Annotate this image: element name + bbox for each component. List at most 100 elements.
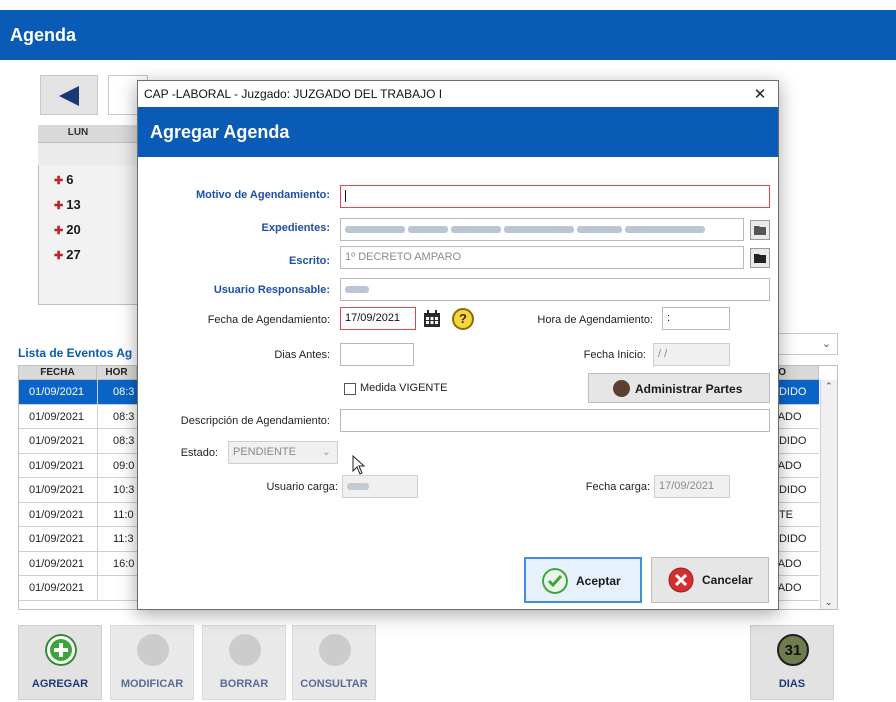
usuario-carga-input [342, 475, 418, 498]
usuario-responsable-input[interactable] [340, 278, 770, 301]
estado-select[interactable]: PENDIENTE ⌄ [228, 441, 338, 464]
cell-fecha: 01/09/2021 [29, 435, 85, 447]
cell-fecha: 01/09/2021 [29, 410, 85, 423]
dialog-heading: Agregar Agenda [150, 122, 290, 142]
expedientes-input[interactable] [340, 218, 744, 241]
folder-icon [754, 226, 766, 235]
medida-vigente-label: Medida VIGENTE [360, 382, 448, 394]
cell-fecha: 01/09/2021 [29, 582, 85, 594]
filter-dropdown[interactable]: ⌄ [770, 333, 838, 355]
dias-antes-input[interactable] [340, 343, 414, 366]
calendar-day-header: LUN [67, 127, 89, 138]
dias-button[interactable]: 31 DIAS [750, 625, 834, 700]
calendar-week-row [38, 143, 148, 165]
cell-hora: 11:3 [113, 533, 134, 545]
cell-hora: 08:3 [113, 410, 135, 423]
cancelar-label: Cancelar [702, 573, 753, 587]
calendar-icon [424, 310, 440, 327]
table-scrollbar[interactable]: ⌃ ⌄ [820, 380, 837, 609]
folder-icon [754, 254, 766, 263]
column-header-hora[interactable]: HOR [97, 366, 137, 380]
aceptar-label: Aceptar [576, 574, 621, 588]
add-circle-icon [45, 634, 77, 666]
calendar-31-icon: 31 [777, 634, 809, 666]
expedientes-label: Expedientes: [261, 222, 330, 234]
cancel-icon [668, 567, 694, 593]
app-title: Agenda [10, 25, 77, 45]
help-icon[interactable]: ? [452, 308, 474, 330]
cell-fecha: 01/09/2021 [29, 386, 85, 398]
escrito-browse-button[interactable] [750, 248, 770, 268]
modificar-label: MODIFICAR [120, 678, 184, 690]
hora-agendamiento-input[interactable]: : [662, 307, 730, 330]
escrito-input[interactable]: 1º DECRETO AMPARO [340, 246, 744, 269]
borrar-label: BORRAR [219, 678, 269, 690]
cell-fecha: 01/09/2021 [29, 459, 85, 472]
medida-vigente-checkbox[interactable] [344, 383, 356, 395]
calendar-day[interactable]: ✚ 13 [54, 197, 81, 212]
pin-icon: ✚ [54, 250, 64, 262]
search-icon [319, 634, 351, 666]
cell-fecha: 01/09/2021 [29, 533, 85, 545]
motivo-label: Motivo de Agendamiento: [195, 189, 330, 201]
cell-fecha: 01/09/2021 [29, 508, 85, 521]
pin-icon: ✚ [54, 225, 64, 237]
descripcion-input[interactable] [340, 409, 770, 432]
close-icon[interactable]: ✕ [750, 84, 770, 104]
cancelar-button[interactable]: Cancelar [651, 557, 769, 603]
aceptar-button[interactable]: Aceptar [524, 557, 642, 603]
fecha-carga-input: 17/09/2021 [654, 475, 730, 498]
arrow-left-icon [59, 86, 79, 106]
app-title-bar: Agenda [0, 10, 896, 60]
previous-month-button[interactable] [40, 75, 98, 115]
fecha-agendamiento-input[interactable]: 17/09/2021 [340, 307, 416, 330]
borrar-button[interactable]: BORRAR [202, 625, 286, 700]
checkmark-icon [542, 568, 568, 594]
fecha-inicio-label: Fecha Inicio: [583, 349, 646, 361]
dialog-header: Agregar Agenda [138, 107, 778, 157]
usuario-responsable-label: Usuario Responsable: [213, 284, 330, 296]
briefcase-icon [613, 380, 630, 397]
consultar-button[interactable]: CONSULTAR [292, 625, 376, 700]
pin-icon: ✚ [54, 175, 64, 187]
calendar-picker-button[interactable] [420, 307, 444, 331]
usuario-carga-label: Usuario carga: [266, 481, 338, 493]
pin-icon: ✚ [54, 200, 64, 212]
fecha-inicio-input[interactable]: / / [653, 343, 730, 366]
dias-antes-label: Dias Antes: [274, 349, 330, 361]
scroll-down-icon: ⌄ [825, 598, 833, 608]
cell-fecha: 01/09/2021 [29, 484, 85, 496]
chevron-down-icon: ⌄ [321, 446, 331, 458]
dias-label: DIAS [778, 678, 806, 690]
chevron-down-icon: ⌄ [821, 337, 831, 350]
agregar-agenda-dialog: CAP -LABORAL - Juzgado: JUZGADO DEL TRAB… [137, 80, 779, 610]
cell-hora: 08:3 [113, 386, 135, 398]
cell-fecha: 01/09/2021 [29, 557, 85, 570]
administrar-partes-label: Administrar Partes [635, 382, 743, 396]
calendar-day[interactable]: ✚ 20 [54, 222, 81, 237]
calendar-day[interactable]: ✚ 6 [54, 172, 73, 187]
fecha-carga-label: Fecha carga: [585, 481, 650, 493]
agregar-button[interactable]: AGREGAR [18, 625, 102, 700]
motivo-input[interactable] [340, 185, 770, 208]
column-header-fecha[interactable]: FECHA [19, 366, 97, 380]
calendar-day[interactable]: ✚ 27 [54, 247, 81, 262]
modificar-button[interactable]: MODIFICAR [110, 625, 194, 700]
dialog-title-bar: CAP -LABORAL - Juzgado: JUZGADO DEL TRAB… [138, 81, 778, 107]
mouse-cursor-icon [352, 455, 366, 475]
cell-hora: 10:3 [113, 484, 135, 496]
events-list-title: Lista de Eventos Ag [18, 346, 133, 360]
cell-hora: 08:3 [113, 435, 135, 447]
consultar-label: CONSULTAR [300, 678, 368, 690]
administrar-partes-button[interactable]: Administrar Partes [588, 373, 770, 403]
scroll-up-icon: ⌃ [825, 382, 833, 392]
remove-icon [229, 634, 261, 666]
expedientes-browse-button[interactable] [750, 220, 770, 240]
calendar-header: LUN [38, 125, 148, 143]
cell-hora: 16:0 [113, 557, 135, 570]
descripcion-label: Descripción de Agendamiento: [180, 415, 330, 427]
hora-agendamiento-label: Hora de Agendamiento: [537, 314, 653, 326]
fecha-agendamiento-label: Fecha de Agendamiento: [207, 314, 330, 326]
escrito-label: Escrito: [289, 255, 330, 267]
cell-hora: 09:0 [113, 459, 135, 472]
